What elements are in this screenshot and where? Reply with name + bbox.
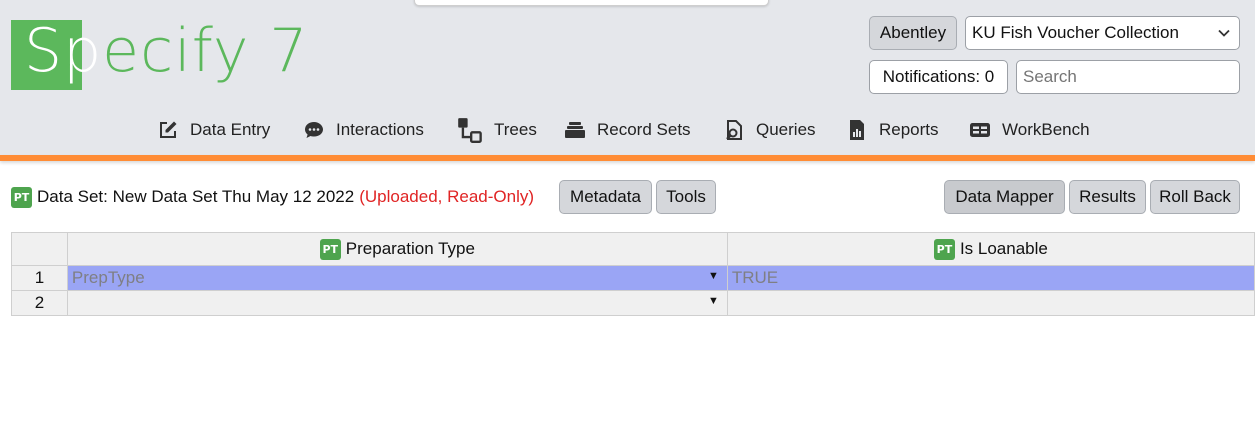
grid-cell[interactable]: ▼ bbox=[66, 290, 728, 316]
nav-interactions[interactable]: Interactions bbox=[303, 113, 424, 147]
grid-cell[interactable] bbox=[726, 290, 1255, 316]
notifications-button[interactable]: Notifications: 0 bbox=[869, 60, 1008, 94]
user-button[interactable]: Abentley bbox=[869, 16, 957, 50]
row-number[interactable]: 1 bbox=[11, 265, 68, 291]
nav-trees[interactable]: Trees bbox=[457, 113, 537, 147]
spreadsheet-grid: PT Preparation Type PT Is Loanable 1 Pre… bbox=[11, 232, 1255, 316]
table-row: 1 PrepType ▼ TRUE bbox=[11, 265, 1255, 291]
column-header-preparation-type[interactable]: PT Preparation Type bbox=[66, 232, 728, 266]
tree-nodes-icon bbox=[458, 118, 482, 143]
nav-data-entry[interactable]: Data Entry bbox=[157, 113, 270, 147]
specify-logo[interactable]: Specify 7 bbox=[11, 16, 308, 92]
chevron-down-icon bbox=[1218, 29, 1230, 37]
column-header-label: Preparation Type bbox=[345, 239, 475, 258]
document-search-icon bbox=[726, 120, 742, 140]
table-badge-icon: PT bbox=[933, 238, 955, 260]
corner-cell bbox=[11, 232, 68, 266]
collection-select[interactable]: KU Fish Voucher Collection bbox=[965, 16, 1240, 50]
metadata-button[interactable]: Metadata bbox=[559, 180, 652, 214]
dropdown-arrow-icon[interactable]: ▼ bbox=[708, 270, 719, 282]
stacked-trays-icon bbox=[565, 122, 585, 138]
nav-label: WorkBench bbox=[1002, 120, 1090, 139]
nav-record-sets[interactable]: Record Sets bbox=[564, 113, 691, 147]
collection-select-value: KU Fish Voucher Collection bbox=[972, 23, 1179, 42]
report-chart-icon bbox=[850, 120, 864, 140]
nav-queries[interactable]: Queries bbox=[723, 113, 816, 147]
dataset-status: (Uploaded, Read-Only) bbox=[359, 187, 535, 206]
header-accent-bar bbox=[0, 155, 1255, 161]
dataset-title: Data Set: New Data Set Thu May 12 2022 bbox=[37, 187, 355, 206]
tools-button[interactable]: Tools bbox=[656, 180, 716, 214]
grid-cell[interactable]: TRUE bbox=[726, 265, 1255, 291]
nav-workbench[interactable]: WorkBench bbox=[969, 113, 1090, 147]
dropdown-arrow-icon[interactable]: ▼ bbox=[708, 295, 719, 307]
row-number[interactable]: 2 bbox=[11, 290, 68, 316]
nav-label: Queries bbox=[756, 120, 816, 139]
grid-header-row: PT Preparation Type PT Is Loanable bbox=[11, 232, 1255, 266]
nav-reports[interactable]: Reports bbox=[846, 113, 939, 147]
column-header-label: Is Loanable bbox=[959, 239, 1048, 258]
logo-text: Specify 7 bbox=[24, 16, 309, 86]
nav-label: Record Sets bbox=[597, 120, 691, 139]
data-mapper-button[interactable]: Data Mapper bbox=[944, 180, 1065, 214]
dataset-title-bar: PT Data Set: New Data Set Thu May 12 202… bbox=[11, 185, 534, 209]
table-badge-icon: PT bbox=[319, 238, 341, 260]
chat-bubble-icon bbox=[305, 122, 323, 138]
cell-value: PrepType bbox=[71, 268, 145, 287]
main-nav: Data Entry Interactions Trees Record Set… bbox=[0, 113, 1255, 147]
nav-label: Interactions bbox=[336, 120, 424, 139]
nav-label: Reports bbox=[879, 120, 939, 139]
dropdown-popup-edge bbox=[414, 0, 769, 6]
results-button[interactable]: Results bbox=[1069, 180, 1146, 214]
roll-back-button[interactable]: Roll Back bbox=[1150, 180, 1240, 214]
table-card-icon bbox=[970, 123, 990, 137]
table-row: 2 ▼ bbox=[11, 290, 1255, 316]
nav-label: Trees bbox=[494, 120, 537, 139]
grid-cell[interactable]: PrepType ▼ bbox=[66, 265, 728, 291]
search-input[interactable] bbox=[1016, 60, 1240, 94]
table-badge-icon: PT bbox=[11, 186, 32, 208]
pencil-square-icon bbox=[160, 121, 177, 138]
column-header-is-loanable[interactable]: PT Is Loanable bbox=[726, 232, 1255, 266]
nav-label: Data Entry bbox=[190, 120, 271, 139]
